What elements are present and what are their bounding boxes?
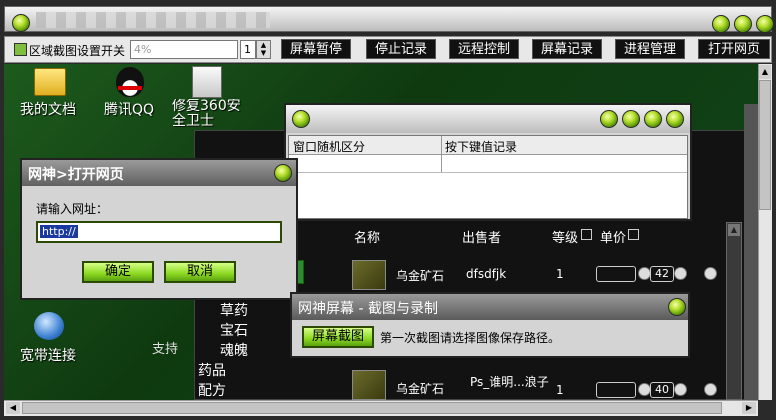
desktop-label-360[interactable]: 修复360安全卫士 [172, 99, 246, 127]
key-log-orb-icon [292, 110, 310, 128]
row1-qty-box[interactable] [596, 266, 636, 282]
scroll-right-icon[interactable]: ▶ [742, 402, 756, 414]
url-input[interactable]: http:// [36, 221, 282, 243]
url-input-value: http:// [40, 225, 78, 238]
remote-control-button[interactable]: 远程控制 [449, 39, 519, 59]
table-row[interactable] [289, 154, 687, 173]
capture-title: 网神屏幕 - 截图与录制 [298, 301, 438, 317]
stepper-input[interactable]: 1 [240, 40, 256, 59]
url-prompt-label: 请输入网址： [36, 202, 109, 216]
desktop-label-broadband[interactable]: 宽带连接 [20, 345, 76, 365]
cancel-button[interactable]: 取消 [164, 261, 236, 283]
row2-seller: Ps_谁明...浪子 [470, 375, 549, 389]
row1-name: 乌金矿石 [396, 269, 445, 283]
game-header-level: 等级 [552, 231, 579, 246]
col-keys-header[interactable]: 按下键值记录 [445, 138, 517, 155]
region-percent-value: 4% [134, 43, 152, 56]
key-log-table: 窗口随机区分 按下键值记录 [288, 135, 688, 219]
open-url-dialog: 网神>打开网页 请输入网址： http:// 确定 取消 [20, 158, 298, 300]
desktop-label-documents[interactable]: 我的文档 [20, 99, 76, 119]
copper-coin-icon [704, 383, 717, 396]
row2-price-box: 40 [650, 382, 674, 398]
game-right-strip [744, 104, 758, 400]
side-item-potions[interactable]: 药品 [198, 360, 226, 380]
ok-button[interactable]: 确定 [82, 261, 154, 283]
penguin-icon[interactable] [116, 67, 144, 97]
penguin-scarf [118, 86, 142, 90]
ore-item-icon [352, 260, 386, 290]
url-dialog-title: 网神>打开网页 [28, 167, 124, 183]
silver-coin-icon [674, 267, 687, 280]
key-log-orb-3-icon[interactable] [644, 110, 662, 128]
minimize-icon[interactable] [712, 15, 730, 33]
scroll-left-icon[interactable]: ◀ [6, 402, 20, 414]
game-scrollbar[interactable] [726, 222, 742, 400]
stepper-arrows[interactable]: ▲ ▼ [256, 40, 271, 59]
game-header-price: 单价 [600, 231, 627, 246]
screen-record-button[interactable]: 屏幕记录 [532, 39, 602, 59]
app-orb-icon [12, 14, 30, 32]
key-log-orb-1-icon[interactable] [600, 110, 618, 128]
side-item-herbs[interactable]: 草药 [220, 300, 248, 320]
network-icon[interactable] [34, 312, 64, 340]
side-item-souls[interactable]: 魂魄 [220, 340, 248, 360]
scroll-up-icon[interactable]: ▲ [759, 65, 771, 79]
close-icon[interactable] [756, 15, 774, 33]
blurred-title [36, 12, 270, 28]
maximize-icon[interactable] [734, 15, 752, 33]
capture-hint: 第一次截图请选择图像保存路径。 [380, 331, 561, 345]
region-percent-input[interactable]: 4% [130, 40, 238, 59]
region-toggle-label: 区域截图设置开关 [29, 44, 126, 58]
price-sort-checkbox[interactable] [628, 229, 639, 240]
row2-name: 乌金矿石 [396, 382, 445, 396]
row2-level: 1 [556, 383, 564, 397]
folder-icon[interactable] [34, 68, 66, 96]
silver-coin-icon [674, 383, 687, 396]
ore-item-icon [352, 370, 386, 400]
side-item-recipes[interactable]: 配方 [198, 380, 226, 400]
game-scroll-up-icon[interactable]: ▲ [728, 224, 740, 236]
capture-close-icon[interactable] [668, 298, 686, 316]
key-log-close-icon[interactable] [666, 110, 684, 128]
key-log-window: 窗口随机区分 按下键值记录 [284, 103, 692, 221]
level-sort-checkbox[interactable] [581, 229, 592, 240]
scroll-thumb[interactable] [759, 80, 771, 210]
side-item-gems[interactable]: 宝石 [220, 320, 248, 340]
copper-coin-icon [704, 267, 717, 280]
key-log-orb-2-icon[interactable] [622, 110, 640, 128]
process-manager-button[interactable]: 进程管理 [615, 39, 685, 59]
shield-icon[interactable] [192, 66, 222, 98]
desktop-label-qq[interactable]: 腾讯QQ [104, 99, 160, 119]
support-text: 支持 [152, 342, 179, 357]
row1-price-box: 42 [650, 266, 674, 282]
row1-price: 42 [655, 267, 669, 280]
col-window-header[interactable]: 窗口随机区分 [293, 138, 365, 155]
row1-seller: dfsdfjk [466, 267, 507, 281]
game-header-name: 名称 [354, 231, 381, 246]
stepper-value: 1 [244, 43, 251, 56]
open-webpage-button[interactable]: 打开网页 [698, 39, 770, 59]
capture-window: 网神屏幕 - 截图与录制 屏幕截图 第一次截图请选择图像保存路径。 [290, 292, 690, 358]
row1-level: 1 [556, 267, 564, 281]
pause-screen-button[interactable]: 屏幕暂停 [281, 39, 351, 59]
row2-price: 40 [655, 383, 669, 396]
hscroll-thumb[interactable] [22, 402, 722, 414]
screenshot-button[interactable]: 屏幕截图 [302, 326, 374, 348]
url-dialog-close-icon[interactable] [274, 164, 292, 182]
stop-record-button[interactable]: 停止记录 [366, 39, 436, 59]
region-toggle-checkbox[interactable] [14, 43, 27, 56]
row2-qty-box[interactable] [596, 382, 636, 398]
game-header-seller: 出售者 [462, 231, 502, 246]
